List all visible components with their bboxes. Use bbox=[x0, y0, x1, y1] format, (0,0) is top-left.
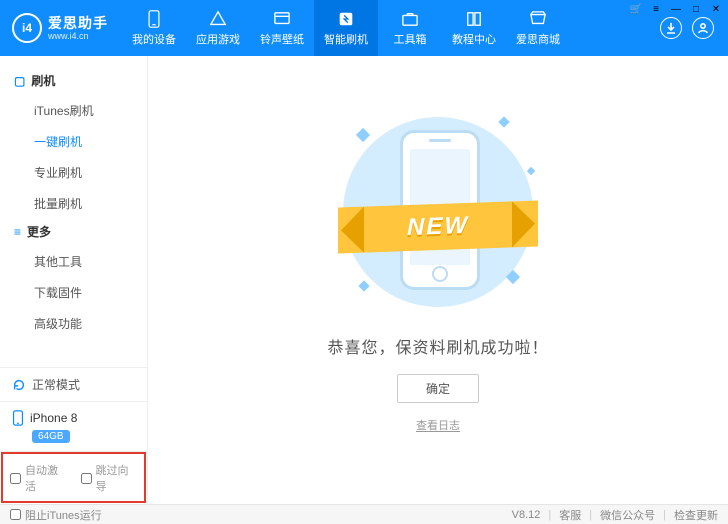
brand-logo-icon: i4 bbox=[12, 13, 42, 43]
flash-option-checks: 自动激活 跳过向导 bbox=[0, 451, 147, 504]
sidebar: ▢ 刷机 iTunes刷机 一键刷机 专业刷机 批量刷机 ≡ 更多 其他工具 下… bbox=[0, 56, 148, 504]
storage-badge: 64GB bbox=[32, 430, 70, 443]
nav-label: 应用游戏 bbox=[196, 31, 240, 47]
nav-label: 智能刷机 bbox=[324, 31, 368, 47]
download-button[interactable] bbox=[660, 17, 682, 39]
cart-icon[interactable]: 🛒 bbox=[630, 3, 642, 15]
status-bar: 阻止iTunes运行 V8.12 | 客服 | 微信公众号 | 检查更新 bbox=[0, 504, 728, 524]
brand-url: www.i4.cn bbox=[48, 32, 108, 41]
top-nav: 我的设备 应用游戏 铃声壁纸 智能刷机 工具箱 教程中心 爱思商城 bbox=[122, 0, 646, 56]
book-icon bbox=[464, 10, 484, 28]
nav-shop[interactable]: 爱思商城 bbox=[506, 0, 570, 56]
sidebar-item-advanced[interactable]: 高级功能 bbox=[0, 308, 147, 339]
apps-icon bbox=[208, 10, 228, 28]
maximize-icon[interactable]: □ bbox=[690, 3, 702, 15]
main-panel: NEW 恭喜您，保资料刷机成功啦！ 确定 查看日志 bbox=[148, 56, 728, 504]
nav-label: 爱思商城 bbox=[516, 31, 560, 47]
menu-icon[interactable]: ≡ bbox=[650, 3, 662, 15]
nav-tutorials[interactable]: 教程中心 bbox=[442, 0, 506, 56]
shop-icon bbox=[528, 10, 548, 28]
success-illustration: NEW bbox=[328, 112, 548, 312]
status-label: 正常模式 bbox=[32, 376, 80, 393]
sidebar-item-download-firmware[interactable]: 下载固件 bbox=[0, 277, 147, 308]
close-icon[interactable]: ✕ bbox=[710, 3, 722, 15]
ribbon-text: NEW bbox=[407, 212, 469, 242]
more-icon: ≡ bbox=[14, 225, 21, 239]
support-link[interactable]: 客服 bbox=[559, 507, 581, 523]
app-header: i4 爱思助手 www.i4.cn 我的设备 应用游戏 铃声壁纸 智能刷机 工具… bbox=[0, 0, 728, 56]
device-mode-status[interactable]: 正常模式 bbox=[0, 367, 147, 401]
minimize-icon[interactable]: ― bbox=[670, 3, 682, 15]
refresh-icon bbox=[12, 378, 26, 392]
phone-icon bbox=[12, 410, 24, 426]
nav-smart-flash[interactable]: 智能刷机 bbox=[314, 0, 378, 56]
sidebar-group-more: ≡ 更多 bbox=[0, 219, 147, 246]
nav-label: 我的设备 bbox=[132, 31, 176, 47]
device-info[interactable]: iPhone 8 64GB bbox=[0, 401, 147, 451]
version-label: V8.12 bbox=[512, 509, 541, 521]
nav-apps[interactable]: 应用游戏 bbox=[186, 0, 250, 56]
brand: i4 爱思助手 www.i4.cn bbox=[0, 0, 122, 56]
view-log-link[interactable]: 查看日志 bbox=[416, 417, 460, 433]
sidebar-item-other-tools[interactable]: 其他工具 bbox=[0, 246, 147, 277]
nav-label: 工具箱 bbox=[394, 31, 427, 47]
device-icon bbox=[144, 10, 164, 28]
nav-label: 铃声壁纸 bbox=[260, 31, 304, 47]
flash-icon bbox=[336, 10, 356, 28]
flash-icon: ▢ bbox=[14, 74, 25, 88]
group-title: 更多 bbox=[27, 223, 51, 240]
checkbox-label: 阻止iTunes运行 bbox=[25, 507, 102, 523]
sidebar-item-oneclick-flash[interactable]: 一键刷机 bbox=[0, 126, 147, 157]
sidebar-item-itunes-flash[interactable]: iTunes刷机 bbox=[0, 95, 147, 126]
toolbox-icon bbox=[400, 10, 420, 28]
group-title: 刷机 bbox=[31, 72, 55, 89]
skip-guide-checkbox[interactable]: 跳过向导 bbox=[81, 462, 138, 494]
device-name: iPhone 8 bbox=[30, 411, 77, 425]
checkbox-label: 跳过向导 bbox=[96, 462, 138, 494]
success-message: 恭喜您，保资料刷机成功啦！ bbox=[327, 334, 548, 358]
sidebar-group-flash: ▢ 刷机 bbox=[0, 68, 147, 95]
wechat-link[interactable]: 微信公众号 bbox=[600, 507, 655, 523]
nav-toolbox[interactable]: 工具箱 bbox=[378, 0, 442, 56]
music-icon bbox=[272, 10, 292, 28]
ok-button[interactable]: 确定 bbox=[397, 374, 479, 403]
check-update-link[interactable]: 检查更新 bbox=[674, 507, 718, 523]
auto-activate-checkbox[interactable]: 自动激活 bbox=[10, 462, 67, 494]
new-ribbon: NEW bbox=[338, 201, 538, 254]
nav-ringtones[interactable]: 铃声壁纸 bbox=[250, 0, 314, 56]
sidebar-item-pro-flash[interactable]: 专业刷机 bbox=[0, 157, 147, 188]
checkbox-label: 自动激活 bbox=[25, 462, 67, 494]
brand-name: 爱思助手 bbox=[48, 16, 108, 30]
user-button[interactable] bbox=[692, 17, 714, 39]
sidebar-item-batch-flash[interactable]: 批量刷机 bbox=[0, 188, 147, 219]
block-itunes-checkbox[interactable]: 阻止iTunes运行 bbox=[10, 507, 102, 523]
nav-label: 教程中心 bbox=[452, 31, 496, 47]
nav-my-device[interactable]: 我的设备 bbox=[122, 0, 186, 56]
